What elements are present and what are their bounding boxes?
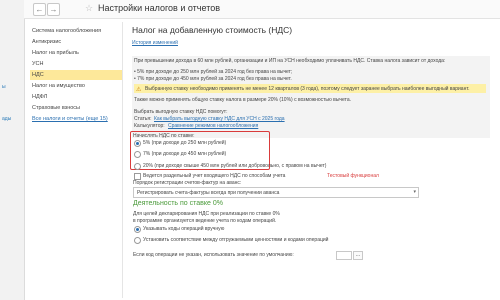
rate-20-radio[interactable] <box>134 163 141 170</box>
title-bar: ← → ☆ Настройки налогов и отчетов <box>24 0 500 19</box>
favorite-star-icon[interactable]: ☆ <box>85 3 93 14</box>
rate-7-label[interactable]: 7% (при доходе до 450 млн рублей) <box>143 151 226 157</box>
article-prefix: Статья: <box>134 116 152 122</box>
rate-group-label: Начислять НДС по ставке: <box>133 133 195 139</box>
strip-label: ы <box>2 84 6 90</box>
codes-mapping-label[interactable]: Установить соответствие между отгружаемы… <box>143 237 328 243</box>
default-code-input[interactable] <box>336 251 352 260</box>
article-link[interactable]: Как выбрать выгодную ставку НДС для УСН … <box>154 116 285 122</box>
sidebar-item-property-tax[interactable]: Налог на имущество <box>30 81 122 91</box>
main-panel: Налог на добавленную стоимость (НДС) Ист… <box>126 22 500 300</box>
sidebar-item-insurance[interactable]: Страховые взносы <box>30 103 122 113</box>
warning-text: Выбранную ставку необходимо применять не… <box>145 86 470 92</box>
section-title: Деятельность по ставке 0% <box>133 200 223 207</box>
info-bullet: • 7% при доходе до 450 млн рублей за 202… <box>134 76 292 82</box>
codes-manual-label[interactable]: Указывать коды операций вручную <box>143 226 224 232</box>
help-title: Выбрать выгодную ставку НДС помогут: <box>134 109 228 115</box>
sidebar-item-all-taxes[interactable]: Все налоги и отчеты (еще 15) <box>30 114 122 124</box>
info-text: При превышении дохода в 60 млн рублей, о… <box>134 58 446 64</box>
window-title: Настройки налогов и отчетов <box>98 3 220 13</box>
invoice-order-label: Порядок регистрации счетов-фактур на ава… <box>133 180 242 186</box>
codes-manual-radio[interactable] <box>134 226 141 233</box>
default-code-label: Если код операции не указан, использоват… <box>133 252 294 258</box>
calc-prefix: Калькулятор: <box>134 123 165 129</box>
separate-accounting-label[interactable]: Ведется раздельный учет входящего НДС по… <box>143 173 285 179</box>
sidebar-item-anticrisis[interactable]: Антикризис <box>30 37 122 47</box>
sidebar-item-usn[interactable]: УСН <box>30 59 122 69</box>
info-bullet: • 5% при доходе до 250 млн рублей за 202… <box>134 69 293 75</box>
section-description: в программе организуется ведение учета п… <box>133 218 277 224</box>
section-description: Для целей декларирования НДС при реализа… <box>133 211 280 217</box>
chevron-down-icon: ▾ <box>413 189 416 195</box>
history-link[interactable]: История изменений <box>132 40 178 46</box>
sidebar-item-ndfl[interactable]: НДФЛ <box>30 92 122 102</box>
sidebar-item-profit-tax[interactable]: Налог на прибыль <box>30 48 122 58</box>
rate-7-radio[interactable] <box>134 151 141 158</box>
codes-mapping-radio[interactable] <box>134 237 141 244</box>
back-arrow-icon[interactable]: ← <box>33 3 46 16</box>
page-title: Налог на добавленную стоимость (НДС) <box>132 25 293 35</box>
background-window-strip: ы ады <box>0 0 25 300</box>
calculator-link[interactable]: Сравнение режимов налогообложения <box>168 123 258 129</box>
invoice-order-value: Регистрировать счета-фактуры всегда при … <box>137 190 280 196</box>
forward-arrow-icon[interactable]: → <box>47 3 60 16</box>
test-feature-badge: Тестовый функционал <box>327 173 379 179</box>
sidebar-item-tax-system[interactable]: Система налогообложения <box>30 26 122 36</box>
sidebar-item-vat[interactable]: НДС <box>30 70 122 80</box>
rate-5-radio[interactable] <box>134 140 141 147</box>
strip-label: ады <box>2 116 12 122</box>
info-text: Также можно применять общую ставку налог… <box>134 97 352 103</box>
rate-20-label[interactable]: 20% (при доходе свыше 450 млн рублей или… <box>143 163 326 169</box>
separate-accounting-checkbox[interactable] <box>134 173 141 180</box>
select-button[interactable]: ... <box>353 251 363 260</box>
rate-5-label[interactable]: 5% (при доходе до 250 млн рублей) <box>143 140 226 146</box>
invoice-order-select[interactable]: Регистрировать счета-фактуры всегда при … <box>133 187 419 198</box>
warning-icon: ⚠ <box>136 87 142 93</box>
sidebar-nav: Система налогообложения Антикризис Налог… <box>27 22 123 298</box>
